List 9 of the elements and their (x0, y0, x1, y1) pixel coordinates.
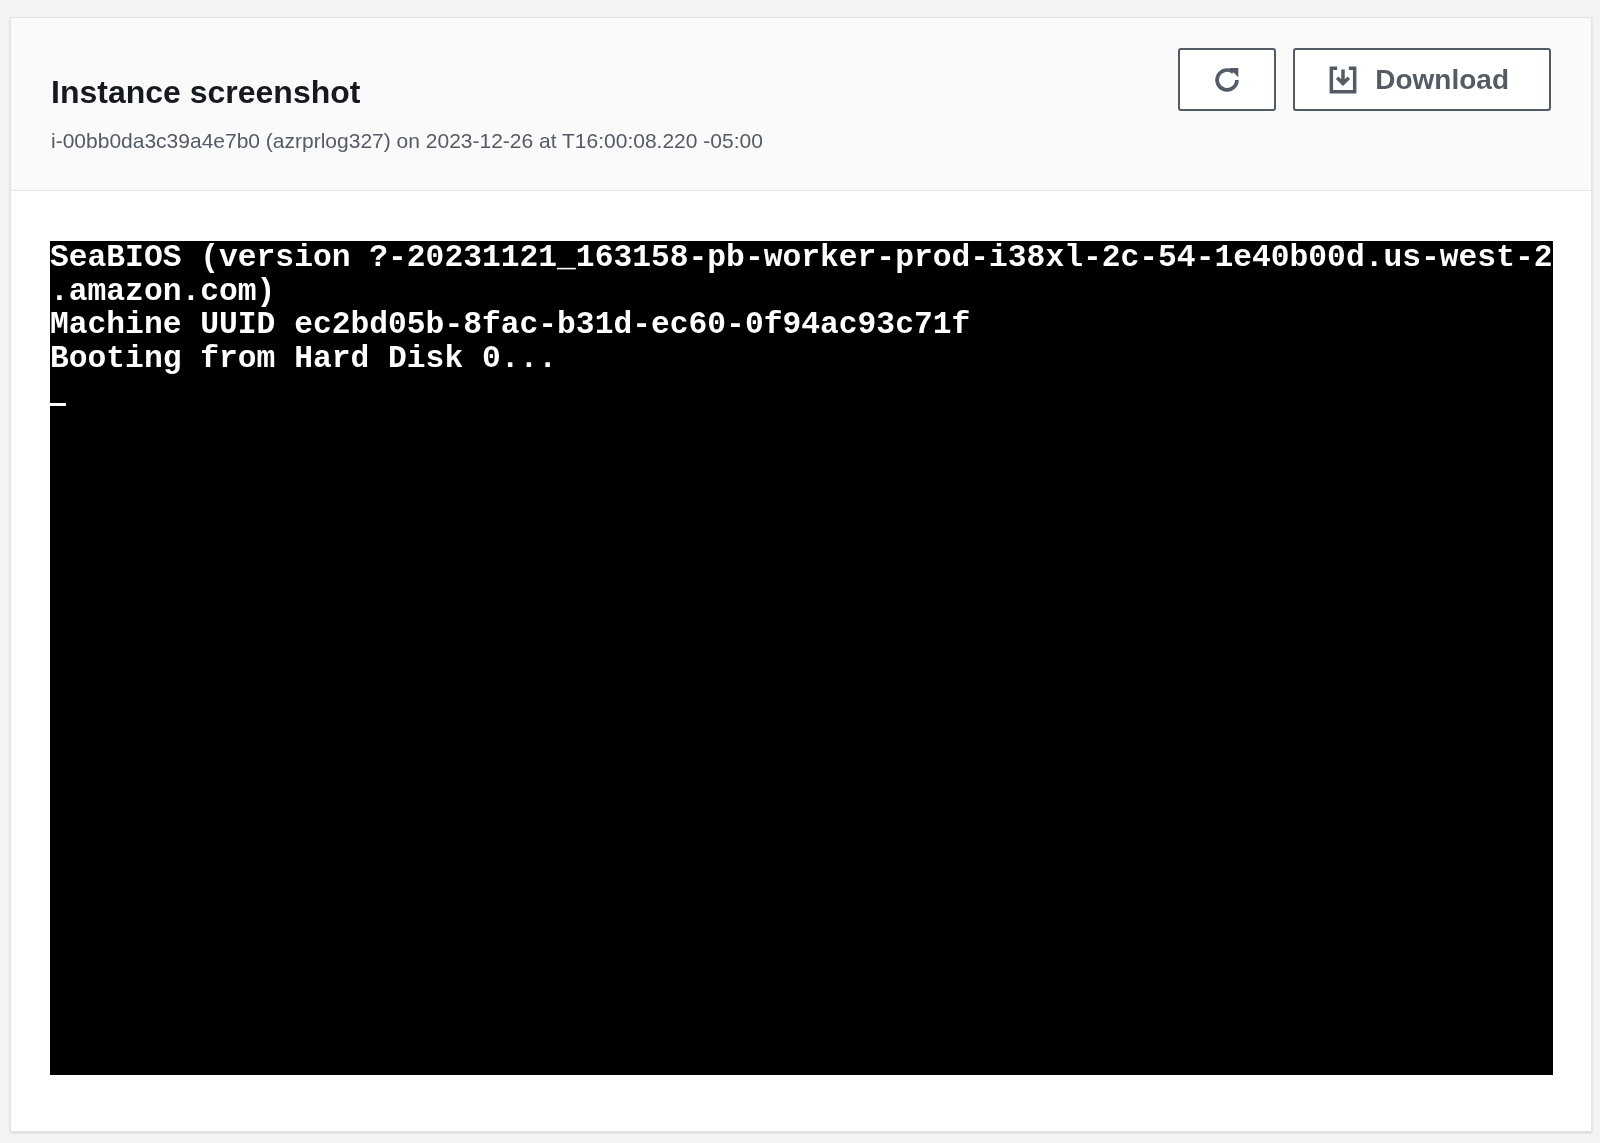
instance-details: i-00bb0da3c39a4e7b0 (azrprlog327) on 2023-12-26 at T16:00:08.220 -05:00 (51, 129, 763, 153)
panel-title: Instance screenshot (51, 76, 362, 108)
download-icon (1329, 65, 1358, 94)
console-line: Machine UUID ec2bd05b-8fac-b31d-ec60-0f94ac93c71f (50, 308, 971, 342)
console-line: SeaBIOS (version ?-20231121_163158-pb-worker-prod-i38xl-2c-54-1e40b00d.us-west-2 (50, 241, 1553, 275)
refresh-button[interactable] (1178, 48, 1277, 111)
console-line: Booting from Hard Disk 0... (50, 341, 558, 375)
download-button[interactable]: Download (1293, 48, 1551, 111)
console-line: .amazon.com) (50, 274, 276, 308)
